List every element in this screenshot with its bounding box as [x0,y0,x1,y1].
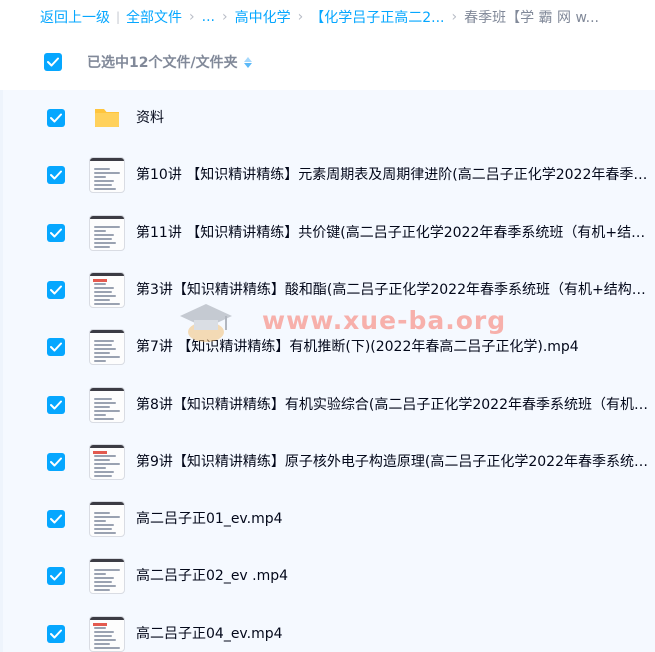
file-checkbox[interactable] [47,567,65,586]
video-thumbnail [89,501,125,538]
file-name[interactable]: 第10讲 【知识精讲精练】元素周期表及周期律进阶(高二吕子正化学2022年春季系… [136,147,648,204]
file-row[interactable]: 第8讲【知识精讲精练】有机实验综合(高二吕子正化学2022年春季系统班（有机+.… [3,377,655,434]
file-checkbox[interactable] [47,624,65,643]
video-thumbnail [89,157,125,194]
selection-header: 已选中12个文件/文件夹 [0,34,655,90]
file-checkbox[interactable] [47,109,65,127]
checkmark-icon [50,571,62,581]
file-name[interactable]: 高二吕子正04_ev.mp4 [136,606,283,652]
checkmark-icon [50,113,62,123]
file-row[interactable]: 高二吕子正02_ev .mp4 [3,548,655,605]
file-row[interactable]: 第10讲 【知识精讲精练】元素周期表及周期律进阶(高二吕子正化学2022年春季系… [3,147,655,204]
file-name[interactable]: 第7讲 【知识精讲精练】有机推断(下)(2022年春高二吕子正化学).mp4 [136,319,579,376]
file-name[interactable]: 高二吕子正02_ev .mp4 [136,548,288,605]
breadcrumb-all-files[interactable]: 全部文件 [126,7,182,27]
video-thumbnail [89,558,125,595]
sort-icon[interactable] [243,56,252,68]
file-name[interactable]: 第3讲【知识精讲精练】酸和酯(高二吕子正化学2022年春季系统班（有机+结构))… [136,262,648,319]
checkmark-icon [50,400,62,409]
file-row[interactable]: 第11讲 【知识精讲精练】共价键(高二吕子正化学2022年春季系统班（有机+结构… [3,205,655,262]
breadcrumb-ellipsis[interactable]: ... [202,9,215,25]
select-all-checkbox[interactable] [44,53,62,71]
folder-name[interactable]: 资料 [136,90,164,147]
file-name[interactable]: 第11讲 【知识精讲精练】共价键(高二吕子正化学2022年春季系统班（有机+结构… [136,205,648,262]
breadcrumb: 返回上一级 | 全部文件 › ... › 高中化学 › 【化学吕子正高二2...… [40,0,655,34]
file-name[interactable]: 高二吕子正01_ev.mp4 [136,491,283,548]
file-name[interactable]: 第8讲【知识精讲精练】有机实验综合(高二吕子正化学2022年春季系统班（有机+.… [136,377,648,434]
video-thumbnail [89,386,125,423]
breadcrumb-current: 春季班【学 霸 网 w... [464,10,599,26]
chevron-right-icon: › [451,9,458,25]
file-checkbox[interactable] [47,166,65,185]
file-checkbox[interactable] [47,338,65,357]
file-row[interactable]: 资料 [3,90,655,147]
video-thumbnail [89,271,125,308]
back-link[interactable]: 返回上一级 [40,7,110,27]
checkmark-icon [50,285,62,295]
file-checkbox[interactable] [47,280,65,299]
file-row[interactable]: 高二吕子正01_ev.mp4 [3,491,655,548]
file-name[interactable]: 第9讲【知识精讲精练】原子核外电子构造原理(高二吕子正化学2022年春季系统班.… [136,434,648,491]
file-row[interactable]: 第7讲 【知识精讲精练】有机推断(下)(2022年春高二吕子正化学).mp4 [3,319,655,376]
chevron-right-icon: › [189,9,195,25]
video-thumbnail [89,329,125,366]
video-thumbnail [89,615,125,652]
file-checkbox[interactable] [47,395,65,414]
breadcrumb-divider: | [116,10,121,24]
selection-count-label: 已选中12个文件/文件夹 [87,34,252,90]
file-row[interactable]: 高二吕子正04_ev.mp4 [3,606,655,652]
checkmark-icon [50,514,62,524]
folder-icon [95,109,119,127]
file-checkbox[interactable] [47,223,65,242]
file-checkbox[interactable] [47,452,65,471]
chevron-right-icon: › [222,9,228,25]
file-checkbox[interactable] [47,510,65,529]
video-thumbnail [89,443,125,480]
video-thumbnail [89,214,125,251]
checkmark-icon [50,629,62,639]
breadcrumb-course[interactable]: 【化学吕子正高二2... [310,7,444,27]
file-row[interactable]: 第9讲【知识精讲精练】原子核外电子构造原理(高二吕子正化学2022年春季系统班.… [3,434,655,491]
file-list: 资料 第10讲 【知识精讲精练】元素周期表及周期律进阶(高二吕子正化学2022年春… [0,90,655,652]
checkmark-icon [50,228,62,238]
checkmark-icon [50,342,62,352]
checkmark-icon [47,57,59,67]
chevron-right-icon: › [297,9,304,25]
file-row[interactable]: 第3讲【知识精讲精练】酸和酯(高二吕子正化学2022年春季系统班（有机+结构))… [3,262,655,319]
checkmark-icon [50,457,62,467]
breadcrumb-high-chem[interactable]: 高中化学 [235,7,291,27]
selection-count-text: 已选中12个文件/文件夹 [87,55,238,71]
checkmark-icon [50,170,62,180]
